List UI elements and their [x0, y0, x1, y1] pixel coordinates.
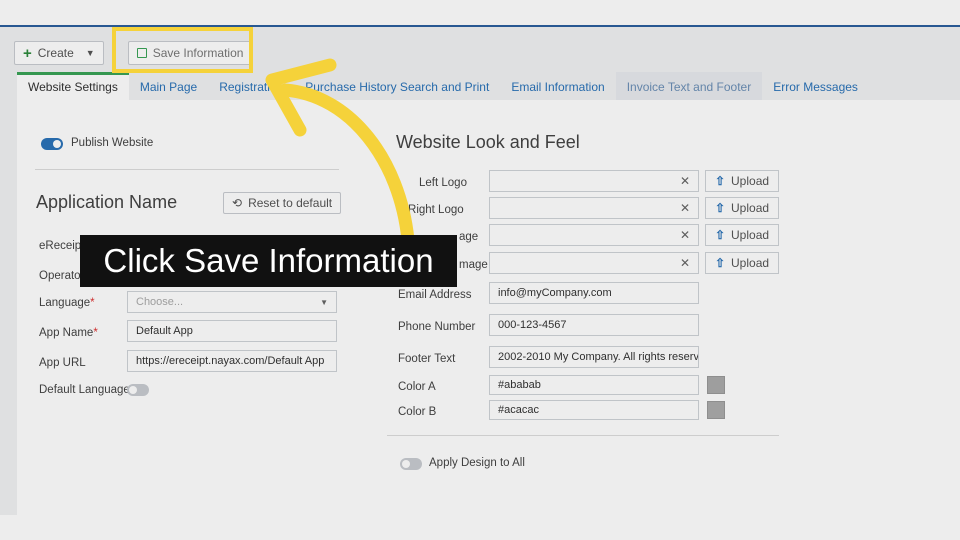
tutorial-callout: Click Save Information: [80, 235, 457, 287]
save-button-highlight: [112, 27, 253, 73]
